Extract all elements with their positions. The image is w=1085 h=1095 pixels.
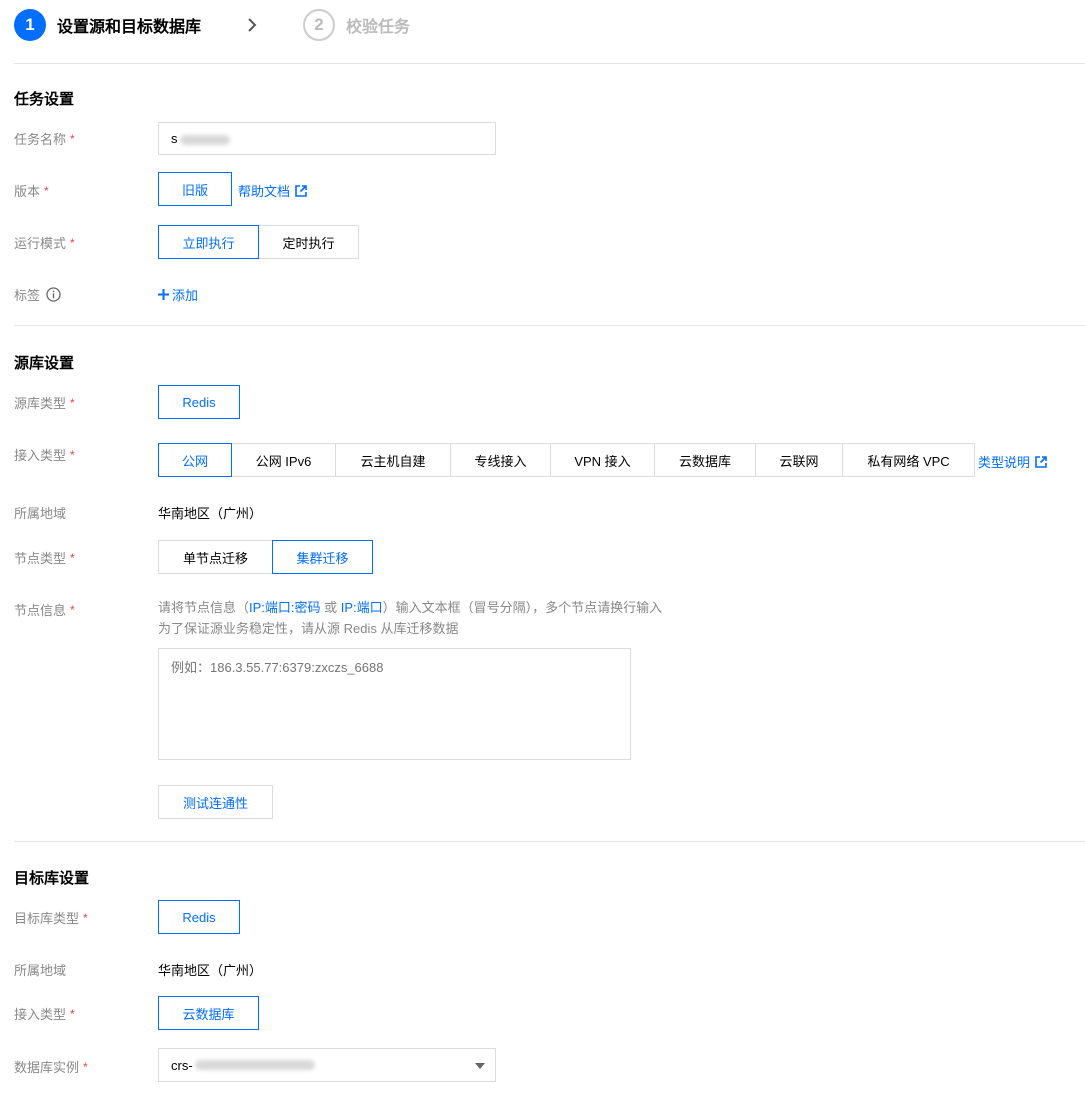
step-indicator: 1 设置源和目标数据库 2 校验任务: [14, 8, 410, 42]
help-doc-link[interactable]: 帮助文档: [238, 181, 307, 200]
info-icon: [46, 287, 61, 302]
task-name-input[interactable]: s: [158, 122, 496, 155]
type-doc-link[interactable]: 类型说明: [978, 452, 1047, 471]
source-type-redis-button[interactable]: Redis: [158, 385, 240, 419]
access-cloud-db[interactable]: 云数据库: [654, 443, 756, 477]
access-vpc[interactable]: 私有网络 VPC: [842, 443, 975, 477]
target-settings-title: 目标库设置: [14, 870, 90, 887]
target-type-redis-button[interactable]: Redis: [158, 900, 240, 934]
chevron-right-icon: [237, 10, 267, 40]
access-cvm-self-built[interactable]: 云主机自建: [335, 443, 451, 477]
tag-add-button[interactable]: 添加: [158, 285, 198, 304]
node-info-textarea[interactable]: [158, 648, 631, 760]
external-link-icon: [295, 184, 307, 197]
test-connectivity-button[interactable]: 测试连通性: [158, 785, 273, 819]
step-1-number: 1: [14, 9, 46, 41]
target-region-value: 华南地区（广州）: [158, 963, 263, 978]
target-region-label: 所属地域: [14, 963, 67, 978]
caret-down-icon: [475, 1063, 485, 1069]
source-access-label: 接入类型 *: [14, 447, 75, 464]
external-link-icon: [1035, 455, 1047, 468]
node-info-hint: 请将节点信息（IP:端口:密码 或 IP:端口）输入文本框（冒号分隔），多个节点…: [158, 600, 663, 636]
source-settings-title: 源库设置: [14, 355, 75, 372]
node-type-cluster[interactable]: 集群迁移: [272, 540, 373, 574]
node-type-single[interactable]: 单节点迁移: [158, 540, 273, 574]
target-access-cloud-db-button[interactable]: 云数据库: [158, 996, 259, 1030]
source-region-label: 所属地域: [14, 506, 67, 521]
db-instance-select[interactable]: crs-: [158, 1048, 496, 1082]
step-1-label: 设置源和目标数据库: [57, 19, 202, 36]
access-vpn[interactable]: VPN 接入: [550, 443, 655, 477]
divider: [14, 325, 1085, 326]
access-public-ipv6[interactable]: 公网 IPv6: [231, 443, 336, 477]
plus-icon: [158, 289, 169, 300]
db-instance-label: 数据库实例 *: [14, 1059, 88, 1076]
access-ccn[interactable]: 云联网: [755, 443, 843, 477]
access-public[interactable]: 公网: [158, 443, 232, 477]
step-2-number: 2: [303, 9, 336, 41]
node-info-label: 节点信息 *: [14, 602, 75, 619]
version-label: 版本 *: [14, 183, 49, 200]
version-old-button[interactable]: 旧版: [158, 172, 232, 206]
tag-label: 标签: [14, 285, 61, 304]
divider: [14, 841, 1085, 842]
access-direct-connect[interactable]: 专线接入: [450, 443, 551, 477]
step-2-label: 校验任务: [346, 19, 411, 36]
run-mode-selector: 立即执行 定时执行: [158, 225, 359, 259]
run-mode-scheduled[interactable]: 定时执行: [258, 225, 359, 259]
node-type-label: 节点类型 *: [14, 550, 75, 567]
target-access-label: 接入类型 *: [14, 1006, 75, 1023]
source-type-label: 源库类型 *: [14, 395, 75, 412]
task-settings-title: 任务设置: [14, 91, 75, 108]
run-mode-immediate[interactable]: 立即执行: [158, 225, 259, 259]
source-access-selector: 公网 公网 IPv6 云主机自建 专线接入 VPN 接入 云数据库 云联网 私有…: [158, 443, 975, 477]
node-type-selector: 单节点迁移 集群迁移: [158, 540, 373, 574]
target-type-label: 目标库类型 *: [14, 910, 88, 927]
divider: [14, 63, 1085, 64]
source-region-value: 华南地区（广州）: [158, 506, 263, 521]
task-name-label: 任务名称 *: [14, 131, 75, 148]
run-mode-label: 运行模式 *: [14, 235, 75, 252]
